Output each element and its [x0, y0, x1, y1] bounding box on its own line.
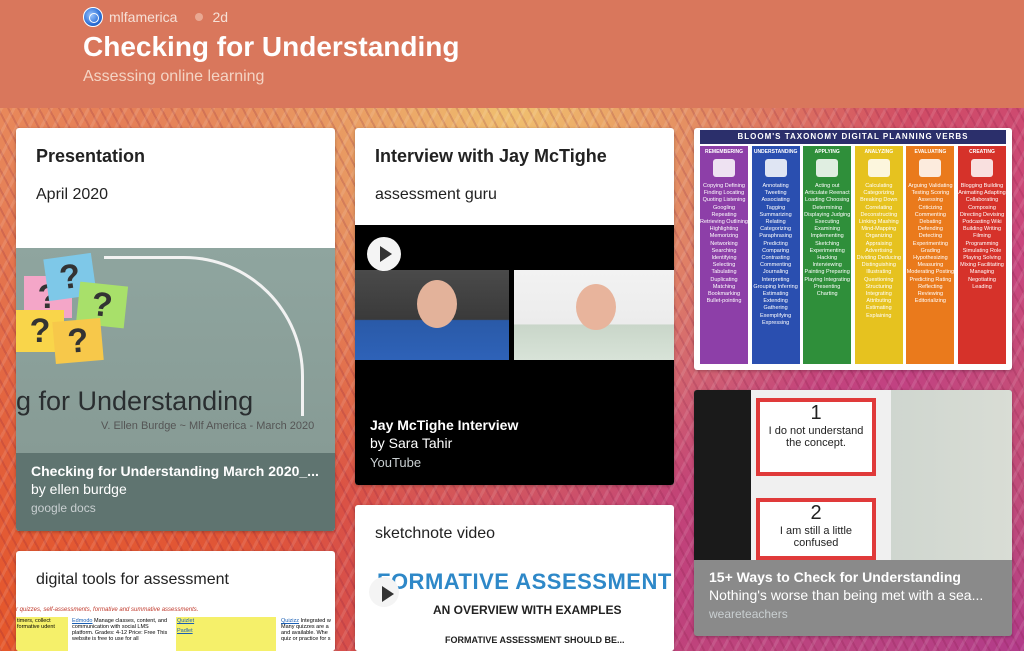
bloom-heading: BLOOM'S TAXONOMY DIGITAL PLANNING VERBS: [700, 130, 1006, 144]
bloom-column-applying: APPLYING Acting out Articulate Reenact Lo…: [803, 146, 852, 364]
attachment-source: google docs: [31, 501, 96, 515]
bloom-column-icon: [816, 159, 839, 177]
author-row: mlfamerica 2d: [83, 7, 228, 27]
slide-credit: V. Ellen Burdge ~ Mlf America - March 20…: [101, 420, 315, 432]
author-avatar[interactable]: [83, 7, 103, 27]
classroom-photo[interactable]: 1 I do not understand the concept. 2 I a…: [694, 390, 1012, 560]
attachment-source: weareteachers: [709, 607, 788, 621]
sketch-subheading: AN OVERVIEW WITH EXAMPLES: [433, 603, 622, 617]
attachment-title: 15+ Ways to Check for Understanding: [709, 569, 961, 585]
board-subtitle: Assessing online learning: [83, 68, 265, 85]
video-frame-left: [355, 270, 509, 360]
bloom-column-name: ANALYZING: [864, 149, 894, 155]
separator-dot: [195, 13, 204, 21]
card-title: sketchnote video: [375, 525, 496, 542]
response-card-2: 2 I am still a little confused: [756, 498, 876, 560]
response-text: I am still a little confused: [779, 525, 853, 549]
bloom-column-evaluating: EVALUATING Arguing Validating Testing Sco…: [906, 146, 955, 364]
bloom-verb-list: Arguing Validating Testing Scoring Asses…: [906, 183, 955, 305]
bloom-verb-list: Copying Defining Finding Locating Quotin…: [700, 183, 748, 305]
doc-cell: Edmodo Manage classes, content, and comm…: [71, 617, 171, 651]
post-card-check-understanding[interactable]: 1 I do not understand the concept. 2 I a…: [694, 390, 1012, 636]
card-title: Interview with Jay McTighe: [375, 146, 607, 166]
doc-cell: Quizizz Integrated w Many quizzes are a …: [280, 617, 335, 651]
card-title: digital tools for assessment: [36, 571, 229, 588]
presentation-thumbnail[interactable]: ? ? ? ? ? g for Understanding V. Ellen B…: [16, 248, 335, 453]
bloom-column-analyzing: ANALYZING Calculating Categorizing Breaki…: [854, 146, 903, 364]
card-subtitle: assessment guru: [375, 186, 497, 203]
slide-heading: g for Understanding: [16, 386, 254, 416]
bloom-column-icon: [867, 159, 890, 177]
video-source: YouTube: [370, 455, 422, 470]
author-name[interactable]: mlfamerica: [109, 9, 177, 25]
post-age: 2d: [212, 9, 229, 25]
play-icon[interactable]: [367, 237, 401, 271]
response-number: 1: [810, 402, 822, 424]
attachment-title: Checking for Understanding March 2020_..…: [31, 463, 319, 479]
bloom-verb-list: Calculating Categorizing Breaking Down C…: [856, 183, 901, 319]
post-card-interview[interactable]: Interview with Jay McTighe assessment gu…: [355, 128, 674, 485]
attachment-footer[interactable]: Checking for Understanding March 2020_..…: [16, 453, 335, 531]
sticky-note-question: ?: [52, 317, 104, 365]
video-title: Jay McTighe Interview: [370, 417, 519, 433]
board-title: Checking for Understanding: [83, 31, 460, 62]
bloom-column-name: EVALUATING: [914, 149, 947, 155]
card-title: Presentation: [36, 146, 146, 166]
doc-link-padlet[interactable]: Padlet: [177, 628, 275, 634]
video-caption[interactable]: Jay McTighe Interview by Sara Tahir YouT…: [355, 413, 674, 470]
doc-cell: timers, collect formative udent: [16, 617, 68, 651]
doc-cell: Quizlet Padlet: [176, 617, 276, 651]
response-text: I do not understand the concept.: [768, 425, 864, 449]
response-number: 2: [810, 502, 822, 524]
post-card-digital-tools[interactable]: digital tools for assessment r quizzes, …: [16, 551, 335, 651]
bloom-column-icon: [764, 159, 787, 177]
bloom-column-understanding: UNDERSTANDING Annotating Tweeting Associa…: [751, 146, 800, 364]
response-card-1: 1 I do not understand the concept.: [756, 398, 876, 476]
bloom-column-name: REMEMBERING: [704, 149, 744, 155]
attachment-description: Nothing's worse than being met with a se…: [709, 587, 984, 603]
bloom-verb-list: Acting out Articulate Reenact Loading Ch…: [804, 183, 851, 298]
post-card-presentation[interactable]: Presentation April 2020 ? ? ? ? ? g for …: [16, 128, 335, 531]
bloom-column-name: APPLYING: [814, 149, 840, 155]
sketchnote-thumbnail[interactable]: FORMATIVE ASSESSMENT AN OVERVIEW WITH EX…: [355, 565, 674, 651]
sketch-caption: FORMATIVE ASSESSMENT SHOULD BE...: [445, 635, 625, 645]
bloom-column-icon: [919, 159, 942, 177]
bloom-column-name: CREATING: [969, 149, 995, 155]
bloom-column-creating: CREATING Blogging Building Animating Adap…: [958, 146, 1006, 364]
post-card-bloom-chart[interactable]: BLOOM'S TAXONOMY DIGITAL PLANNING VERBS …: [694, 128, 1012, 370]
attachment-footer[interactable]: 15+ Ways to Check for Understanding Noth…: [694, 560, 1012, 621]
board-header: mlfamerica 2d Checking for Understanding…: [0, 0, 1024, 108]
speaker-face: [417, 280, 457, 328]
doc-header: r quizzes, self-assessments, formative a…: [16, 607, 199, 613]
tools-document-preview[interactable]: r quizzes, self-assessments, formative a…: [16, 607, 335, 651]
speaker-face: [576, 284, 616, 330]
video-author: by Sara Tahir: [370, 435, 453, 451]
video-frame-right: [514, 270, 674, 360]
bloom-column-icon: [713, 159, 735, 177]
bloom-verb-list: Blogging Building Animating Adapting Col…: [958, 183, 1006, 290]
bloom-verb-list: Annotating Tweeting Associating Tagging …: [753, 183, 798, 326]
doc-link-quizlet[interactable]: Quizlet: [177, 618, 275, 624]
attachment-author: by ellen burdge: [31, 481, 127, 497]
card-subtitle: April 2020: [36, 186, 109, 203]
sketch-heading: FORMATIVE ASSESSMENT: [377, 569, 672, 594]
play-icon[interactable]: [369, 577, 399, 607]
bloom-column-name: UNDERSTANDING: [753, 149, 798, 155]
video-player[interactable]: Jay McTighe Interview by Sara Tahir YouT…: [355, 225, 674, 485]
post-card-sketchnote[interactable]: sketchnote video FORMATIVE ASSESSMENT AN…: [355, 505, 674, 651]
bloom-column-remembering: REMEMBERING Copying Defining Finding Loca…: [700, 146, 748, 364]
bloom-column-icon: [971, 159, 993, 177]
